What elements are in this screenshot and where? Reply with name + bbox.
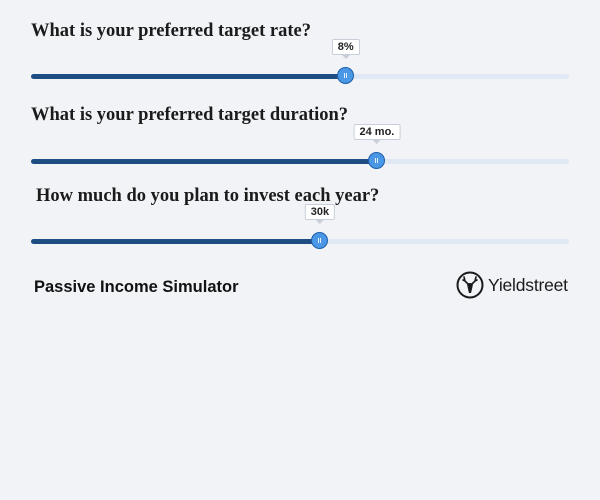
slider-fill: [31, 74, 346, 79]
annual-investment-slider[interactable]: 30k: [31, 204, 569, 255]
brand-name: Yieldstreet: [488, 274, 568, 295]
slider-value-bubble: 8%: [331, 39, 360, 59]
slider-thumb[interactable]: [367, 152, 385, 169]
target-duration-slider[interactable]: 24 mo.: [31, 124, 569, 175]
slider-value-bubble: 30k: [304, 204, 336, 224]
stag-logo-icon: [456, 271, 484, 299]
slider-fill: [31, 239, 320, 244]
slider-fill: [31, 159, 377, 164]
simulator-title: Passive Income Simulator: [34, 278, 239, 296]
slider-thumb[interactable]: [336, 67, 354, 84]
question-target-rate: What is your preferred target rate?: [31, 21, 311, 41]
slider-thumb[interactable]: [310, 232, 328, 249]
brand-logo[interactable]: Yieldstreet: [456, 271, 568, 299]
question-target-duration: What is your preferred target duration?: [31, 105, 349, 125]
slider-value-bubble: 24 mo.: [353, 124, 401, 144]
target-rate-slider[interactable]: 8%: [31, 39, 569, 90]
